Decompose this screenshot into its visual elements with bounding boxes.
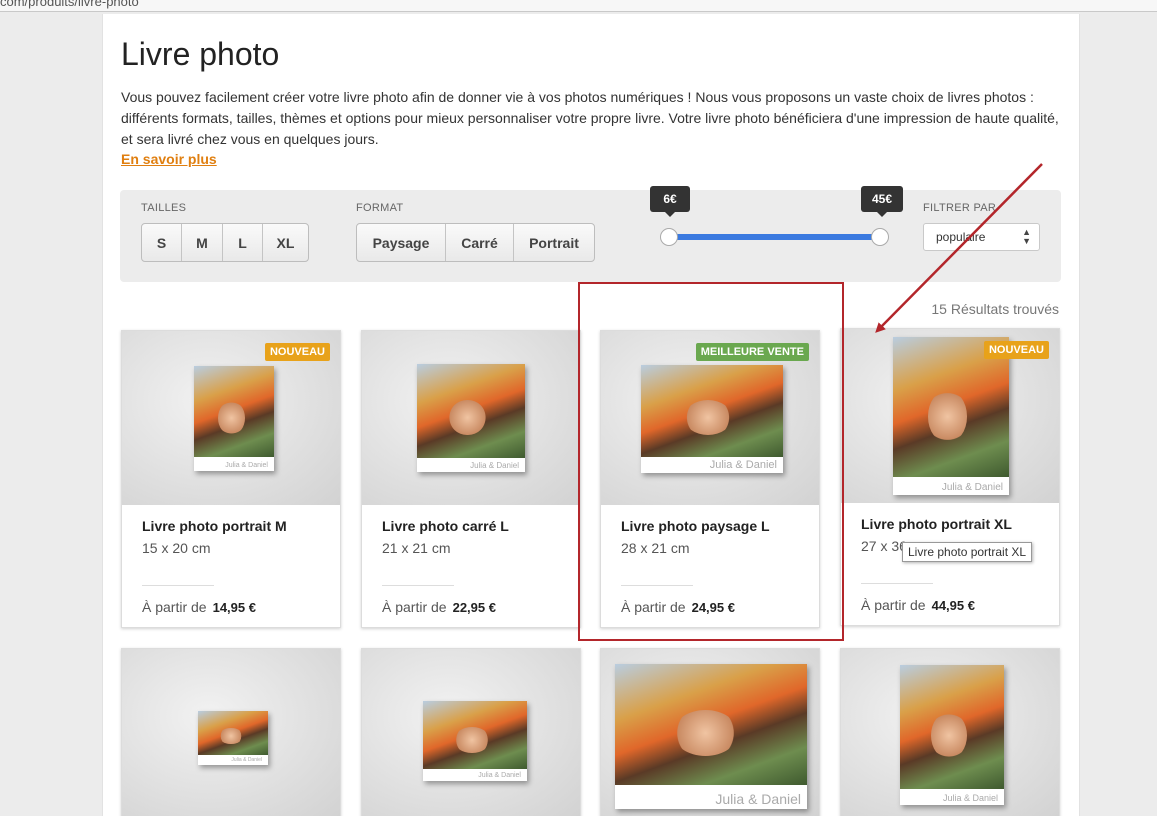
sort-select-value: populaire [936, 230, 986, 244]
divider [861, 583, 933, 584]
book-cover-image: Julia & Daniel [893, 337, 1009, 495]
product-card[interactable]: Julia & Daniel NOUVEAU Livre photo portr… [121, 330, 341, 628]
product-card[interactable]: Julia & Daniel [121, 648, 341, 816]
product-size: 21 x 21 cm [382, 540, 451, 556]
price-max-label: 45€ [861, 186, 903, 217]
product-title: Livre photo portrait M [142, 518, 287, 534]
product-price-row: À partir de 44,95 € [861, 597, 975, 613]
filter-bar: TAILLES S M L XL FORMAT Paysage Carré Po… [120, 190, 1061, 282]
product-price-row: À partir de 22,95 € [382, 599, 496, 615]
cover-caption: Julia & Daniel [709, 459, 777, 471]
format-carre-button[interactable]: Carré [446, 224, 514, 261]
divider [382, 585, 454, 586]
cover-caption: Julia & Daniel [225, 462, 268, 469]
price-prefix: À partir de [142, 599, 207, 615]
select-arrows-icon: ▲ ▼ [1022, 227, 1031, 246]
cover-caption: Julia & Daniel [715, 791, 801, 807]
cover-caption: Julia & Daniel [478, 772, 521, 779]
size-button-group: S M L XL [141, 223, 309, 262]
page-description: Vous pouvez facilement créer votre livre… [121, 89, 1059, 147]
best-seller-badge: MEILLEURE VENTE [695, 343, 809, 361]
product-title: Livre photo carré L [382, 518, 509, 534]
product-image: Julia & Daniel [122, 649, 340, 816]
product-card[interactable]: Julia & Daniel [361, 648, 581, 816]
product-image: Julia & Daniel [362, 331, 580, 505]
product-price: 24,95 € [691, 600, 735, 615]
price-prefix: À partir de [621, 599, 686, 615]
price-slider-max-handle[interactable] [871, 228, 889, 246]
product-size: 28 x 21 cm [621, 540, 690, 556]
cover-caption: Julia & Daniel [942, 793, 998, 803]
size-s-button[interactable]: S [142, 224, 182, 261]
size-l-button[interactable]: L [223, 224, 263, 261]
product-card[interactable]: Julia & Daniel Livre photo carré L 21 x … [361, 330, 581, 628]
page-title: Livre photo [121, 36, 280, 72]
cover-caption: Julia & Daniel [231, 757, 262, 763]
divider [142, 585, 214, 586]
cover-caption: Julia & Daniel [941, 482, 1003, 493]
learn-more-link[interactable]: En savoir plus [121, 151, 217, 167]
product-image: Julia & Daniel [601, 649, 819, 816]
product-title: Livre photo portrait XL [861, 516, 1012, 532]
price-slider-min-handle[interactable] [660, 228, 678, 246]
product-card[interactable]: Julia & Daniel [840, 648, 1060, 816]
divider [621, 585, 693, 586]
browser-url-bar[interactable]: com/produits/livre-photo [0, 0, 1157, 12]
new-badge: NOUVEAU [264, 343, 330, 361]
product-title: Livre photo paysage L [621, 518, 770, 534]
product-size: 15 x 20 cm [142, 540, 211, 556]
format-label: FORMAT [356, 202, 404, 214]
url-text: com/produits/livre-photo [0, 0, 139, 9]
book-cover-image: Julia & Daniel [423, 701, 527, 781]
format-button-group: Paysage Carré Portrait [356, 223, 595, 262]
book-cover-image: Julia & Daniel [194, 366, 274, 471]
sort-select[interactable]: populaire ▲ ▼ [923, 223, 1040, 251]
product-card[interactable]: Julia & Daniel MEILLEURE VENTE Livre pho… [600, 330, 820, 628]
book-cover-image: Julia & Daniel [198, 711, 268, 765]
size-xl-button[interactable]: XL [263, 224, 308, 261]
sizes-label: TAILLES [141, 202, 187, 214]
sort-label: FILTRER PAR [923, 202, 997, 214]
product-tooltip: Livre photo portrait XL [902, 542, 1033, 562]
product-card[interactable]: Julia & Daniel NOUVEAU Livre photo portr… [840, 328, 1060, 626]
price-prefix: À partir de [382, 599, 447, 615]
book-cover-image: Julia & Daniel [615, 664, 807, 809]
product-image: Julia & Daniel [362, 649, 580, 816]
book-cover-image: Julia & Daniel [641, 365, 783, 473]
product-price-row: À partir de 14,95 € [142, 599, 256, 615]
format-paysage-button[interactable]: Paysage [357, 224, 446, 261]
product-price-row: À partir de 24,95 € [621, 599, 735, 615]
price-prefix: À partir de [861, 597, 926, 613]
product-image: Julia & Daniel [841, 649, 1059, 816]
results-count: 15 Résultats trouvés [931, 301, 1059, 317]
product-price: 22,95 € [452, 600, 496, 615]
book-cover-image: Julia & Daniel [417, 364, 525, 472]
new-badge: NOUVEAU [983, 341, 1049, 359]
price-min-label: 6€ [650, 186, 690, 217]
size-m-button[interactable]: M [182, 224, 223, 261]
book-cover-image: Julia & Daniel [900, 665, 1004, 805]
product-price: 44,95 € [931, 598, 975, 613]
format-portrait-button[interactable]: Portrait [514, 224, 594, 261]
price-slider-track[interactable] [669, 234, 881, 240]
cover-caption: Julia & Daniel [470, 461, 519, 470]
product-card[interactable]: Julia & Daniel [600, 648, 820, 816]
product-price: 14,95 € [212, 600, 256, 615]
